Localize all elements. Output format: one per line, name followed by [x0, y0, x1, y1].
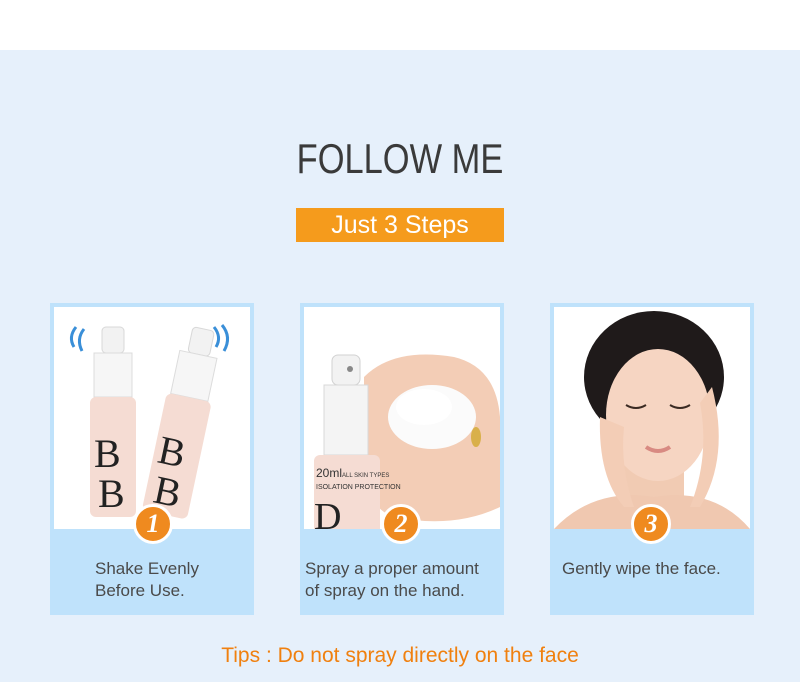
tips-text: Tips : Do not spray directly on the face [221, 644, 579, 667]
svg-text:D: D [314, 496, 341, 529]
step-2-number-badge: 2 [381, 504, 421, 544]
svg-text:B: B [94, 431, 121, 476]
bottle-label-protection: ISOLATION PROTECTION [316, 484, 401, 491]
spray-on-hand-illustration: 20ml ALL SKIN TYPES ISOLATION PROTECTION… [314, 354, 500, 529]
woman-applying-illustration [554, 311, 750, 529]
top-strip [0, 0, 800, 50]
step-3-photo [554, 307, 750, 529]
bottle-label-volume: 20ml [316, 466, 342, 480]
step-1-caption: Shake Evenly Before Use. [95, 559, 199, 600]
step-1-number-badge: 1 [133, 504, 173, 544]
page-title: FOLLOW ME [296, 135, 504, 182]
shaking-bottles-illustration: B B B B [69, 324, 229, 519]
step-2-photo: 20ml ALL SKIN TYPES ISOLATION PROTECTION… [304, 307, 500, 529]
bottle-label-skin-types: ALL SKIN TYPES [342, 473, 389, 479]
step-3-caption: Gently wipe the face. [562, 559, 721, 578]
step-1-photo: B B B B [54, 307, 250, 529]
step-card-1: B B B B Shake Evenly Before Use. [50, 303, 254, 615]
step-2-caption: Spray a proper amount of spray on the ha… [305, 559, 479, 600]
step-3-number-badge: 3 [631, 504, 671, 544]
steps-banner: Just 3 Steps [296, 208, 504, 242]
step-card-2: 20ml ALL SKIN TYPES ISOLATION PROTECTION… [300, 303, 504, 615]
step-card-3: Gently wipe the face. [550, 303, 754, 615]
svg-text:B: B [98, 471, 125, 516]
